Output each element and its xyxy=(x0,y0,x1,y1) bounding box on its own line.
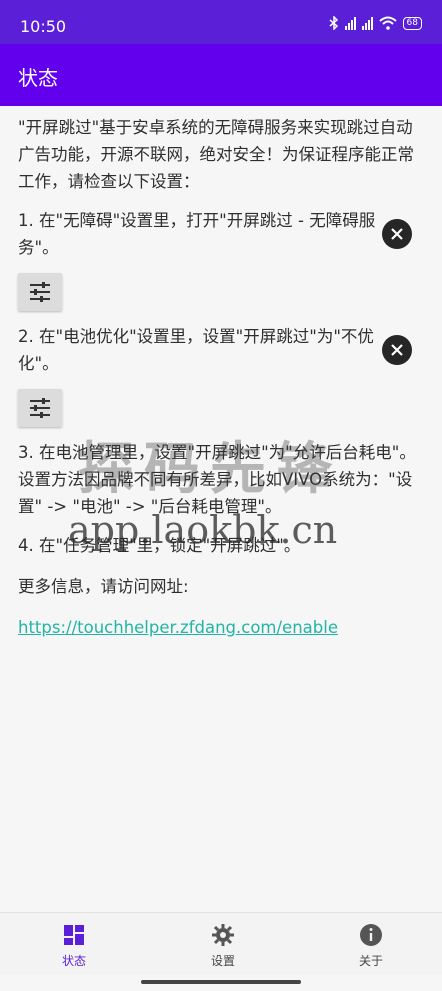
battery-icon: 68 xyxy=(402,16,422,30)
bluetooth-icon xyxy=(329,16,338,30)
signal-icon-2 xyxy=(361,16,373,30)
tab-about[interactable]: 关于 xyxy=(311,913,431,975)
wifi-icon xyxy=(378,16,397,30)
tune-icon xyxy=(30,398,50,418)
clock: 10:50 xyxy=(20,17,67,36)
step-battery-management: 3. 在电池管理里，设置"开屏跳过"为"允许后台耗电"。设置方法因品牌不同有所差… xyxy=(18,439,428,520)
accessibility-settings-button[interactable] xyxy=(18,273,62,311)
accessibility-status-error-icon xyxy=(382,219,412,249)
info-icon xyxy=(360,924,382,946)
gear-icon xyxy=(212,924,234,946)
app-bar: 状态 xyxy=(0,44,442,106)
step-accessibility: 1. 在"无障碍"设置里，打开"开屏跳过 - 无障碍服务"。 xyxy=(18,207,428,311)
system-icons: 68 xyxy=(329,16,422,30)
close-icon xyxy=(391,344,403,356)
step-text: 4. 在"任务管理"里，锁定"开屏跳过"。 xyxy=(18,536,301,555)
gesture-bar[interactable] xyxy=(141,980,301,984)
intro-text: "开屏跳过"基于安卓系统的无障碍服务来实现跳过自动广告功能，开源不联网，绝对安全… xyxy=(18,118,414,191)
step-battery-optimization: 2. 在"电池优化"设置里，设置"开屏跳过"为"不优化"。 xyxy=(18,323,428,427)
tab-label: 状态 xyxy=(61,954,86,968)
bottom-navigation: 状态 设置 关于 xyxy=(0,912,442,975)
battery-status-error-icon xyxy=(382,335,412,365)
dashboard-icon xyxy=(64,925,84,945)
step-text: 3. 在电池管理里，设置"开屏跳过"为"允许后台耗电"。设置方法因品牌不同有所差… xyxy=(18,443,416,516)
more-info-text: 更多信息，请访问网址: xyxy=(18,577,189,596)
tab-status[interactable]: 状态 xyxy=(14,913,134,975)
step-text: 2. 在"电池优化"设置里，设置"开屏跳过"为"不优化"。 xyxy=(18,327,374,373)
tune-icon xyxy=(30,282,50,302)
tab-settings[interactable]: 设置 xyxy=(163,913,283,975)
signal-icon xyxy=(344,16,356,30)
status-bar: 10:50 68 xyxy=(0,0,442,44)
page-title: 状态 xyxy=(18,66,58,90)
step-text: 1. 在"无障碍"设置里，打开"开屏跳过 - 无障碍服务"。 xyxy=(18,211,376,257)
tab-label: 设置 xyxy=(210,954,235,968)
main-content: "开屏跳过"基于安卓系统的无障碍服务来实现跳过自动广告功能，开源不联网，绝对安全… xyxy=(18,114,428,641)
step-task-lock: 4. 在"任务管理"里，锁定"开屏跳过"。 xyxy=(18,532,428,559)
help-link[interactable]: https://touchhelper.zfdang.com/enable xyxy=(18,614,428,641)
battery-optimization-settings-button[interactable] xyxy=(18,389,62,427)
close-icon xyxy=(391,228,403,240)
tab-label: 关于 xyxy=(358,954,383,968)
